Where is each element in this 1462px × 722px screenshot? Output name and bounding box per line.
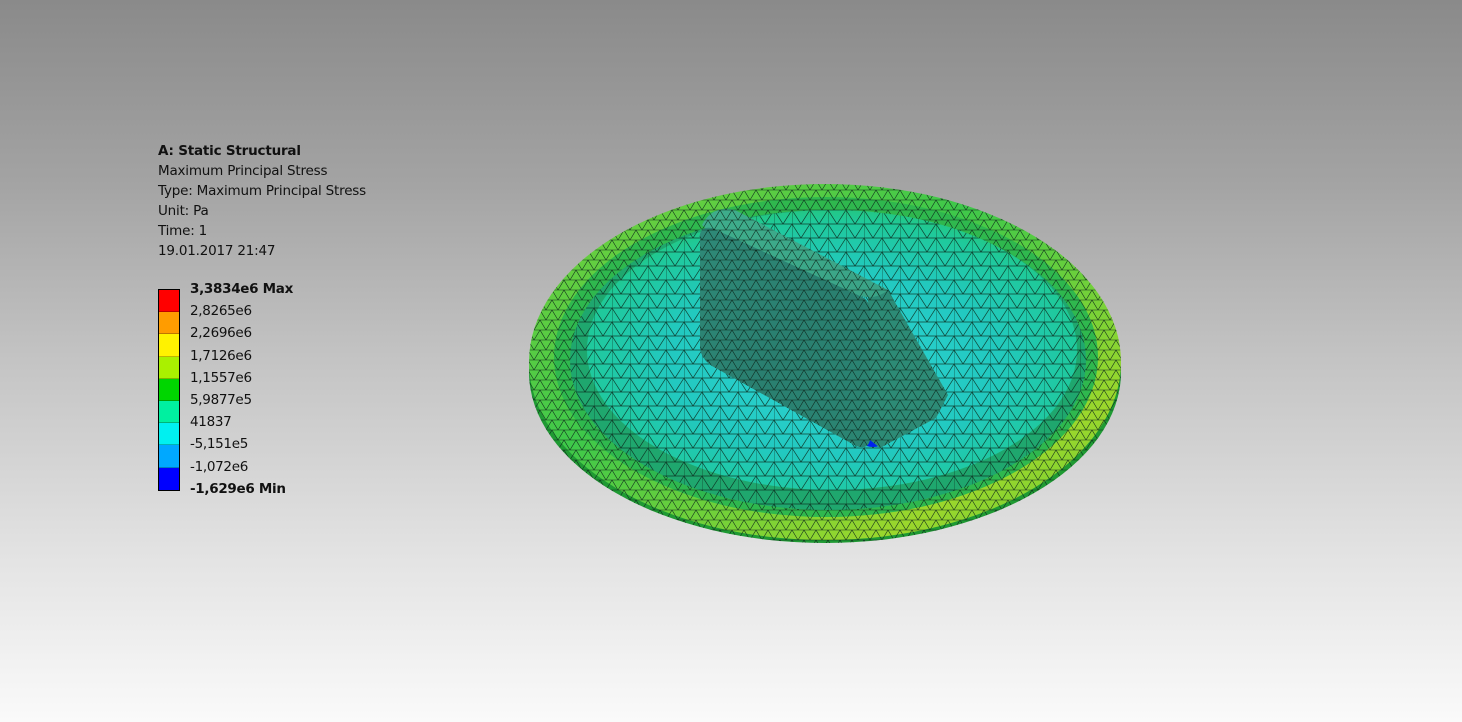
- graphics-viewport[interactable]: A: Static Structural Maximum Principal S…: [0, 0, 1462, 722]
- fea-model[interactable]: [0, 0, 1462, 722]
